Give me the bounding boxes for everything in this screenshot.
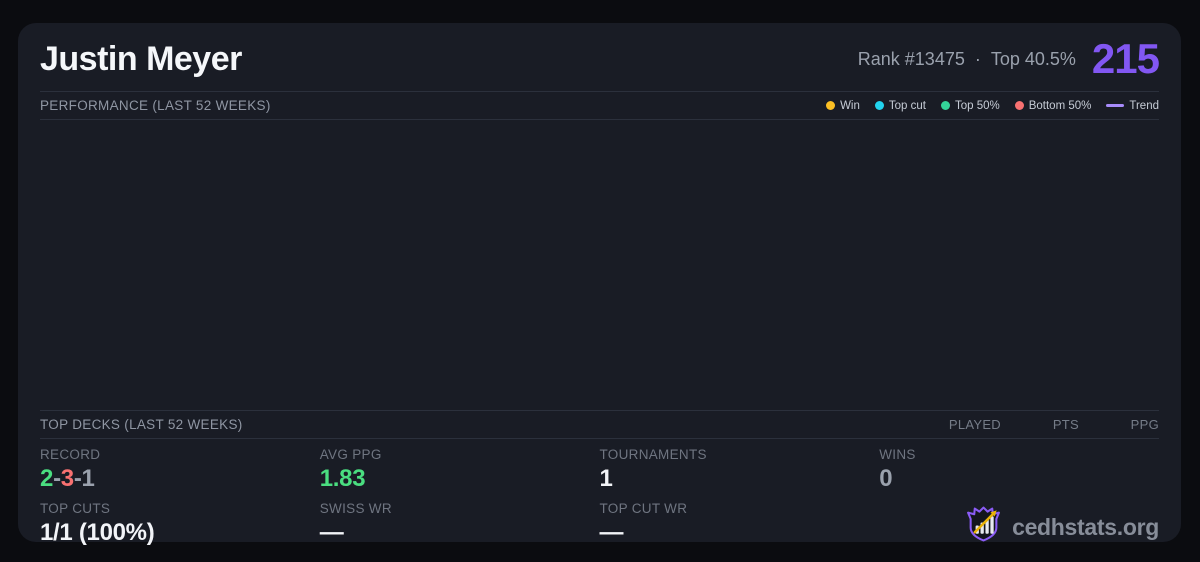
legend-label: Top cut [888, 99, 926, 112]
points-value: 215 [1091, 35, 1160, 82]
legend-item-top-50: Top 50% [940, 99, 1000, 112]
card-header: Justin Meyer Rank #13475 · Top 40.5% 215 [40, 23, 1160, 91]
stat-label: SWISS WR [319, 501, 392, 516]
stat-label: TOP CUTS [40, 501, 111, 516]
trend-line-icon [1106, 104, 1125, 107]
player-name: Justin Meyer [40, 39, 242, 78]
stat-label: AVG PPG [319, 447, 382, 462]
header-right: Rank #13475 · Top 40.5% 215 [858, 35, 1160, 83]
avg-ppg-value: 1.83 [319, 465, 366, 492]
performance-section-header: PERFORMANCE (LAST 52 WEEKS) Win Top cut … [40, 91, 1159, 120]
top-decks-title: TOP DECKS (LAST 52 WEEKS) [40, 417, 243, 432]
player-stats-card: Justin Meyer Rank #13475 · Top 40.5% 215… [18, 23, 1181, 546]
stat-label: RECORD [40, 447, 101, 462]
branding: cedhstats.org [879, 493, 1159, 547]
record-separator: - [73, 465, 82, 492]
record-value: 2-3-1 [40, 465, 320, 493]
site-name: cedhstats.org [1012, 514, 1159, 541]
legend-label: Bottom 50% [1028, 99, 1092, 112]
bottom-50-dot-icon [1014, 101, 1024, 110]
top-cuts-value: 1/1 (100%) [40, 519, 155, 546]
top-decks-section-header: TOP DECKS (LAST 52 WEEKS) PLAYED PTS PPG [40, 410, 1159, 439]
performance-title: PERFORMANCE (LAST 52 WEEKS) [40, 98, 271, 113]
bar-chart-shield-icon [967, 506, 1001, 542]
win-dot-icon [826, 101, 836, 110]
column-header-ppg: PPG [1130, 417, 1159, 432]
record-losses: 3 [60, 465, 74, 492]
chart-legend: Win Top cut Top 50% Bottom 50% Trend [826, 100, 1159, 112]
stat-avg-ppg: AVG PPG 1.83 [320, 439, 600, 493]
swiss-wr-value: — [319, 519, 344, 546]
top-cut-wr-value: — [599, 519, 624, 546]
legend-label: Win [840, 99, 860, 112]
stats-grid: RECORD 2-3-1 AVG PPG 1.83 TOURNAMENTS 1 … [40, 439, 1159, 547]
record-draws: 1 [81, 465, 95, 492]
stat-tournaments: TOURNAMENTS 1 [600, 439, 880, 493]
top-percent-text: Top 40.5% [990, 48, 1076, 69]
legend-item-trend: Trend [1106, 100, 1159, 112]
tournaments-value: 1 [599, 465, 613, 492]
stat-label: TOURNAMENTS [599, 447, 707, 462]
legend-label: Trend [1129, 99, 1159, 112]
top-cut-dot-icon [874, 101, 884, 110]
stat-label: WINS [879, 447, 916, 462]
wins-value: 0 [879, 465, 893, 492]
rank-separator: · [974, 48, 981, 69]
stat-top-cuts: TOP CUTS 1/1 (100%) [40, 493, 320, 547]
record-separator: - [53, 465, 61, 492]
rank-line: Rank #13475 · Top 40.5% [858, 49, 1076, 70]
column-header-pts: PTS [1052, 417, 1079, 432]
top-50-dot-icon [940, 101, 950, 110]
stat-swiss-wr: SWISS WR — [320, 493, 600, 547]
performance-chart [40, 120, 1159, 410]
legend-item-bottom-50: Bottom 50% [1014, 99, 1092, 112]
stat-record: RECORD 2-3-1 [40, 439, 320, 493]
top-decks-column-headers: PLAYED PTS PPG [911, 417, 1159, 432]
record-wins: 2 [40, 465, 54, 492]
legend-item-top-cut: Top cut [874, 99, 926, 112]
rank-text: Rank #13475 [857, 48, 965, 69]
stat-top-cut-wr: TOP CUT WR — [600, 493, 880, 547]
column-header-played: PLAYED [948, 417, 1001, 432]
stat-wins: WINS 0 [879, 439, 1159, 493]
legend-label: Top 50% [954, 99, 1000, 112]
stat-label: TOP CUT WR [599, 501, 688, 516]
legend-item-win: Win [826, 100, 860, 112]
